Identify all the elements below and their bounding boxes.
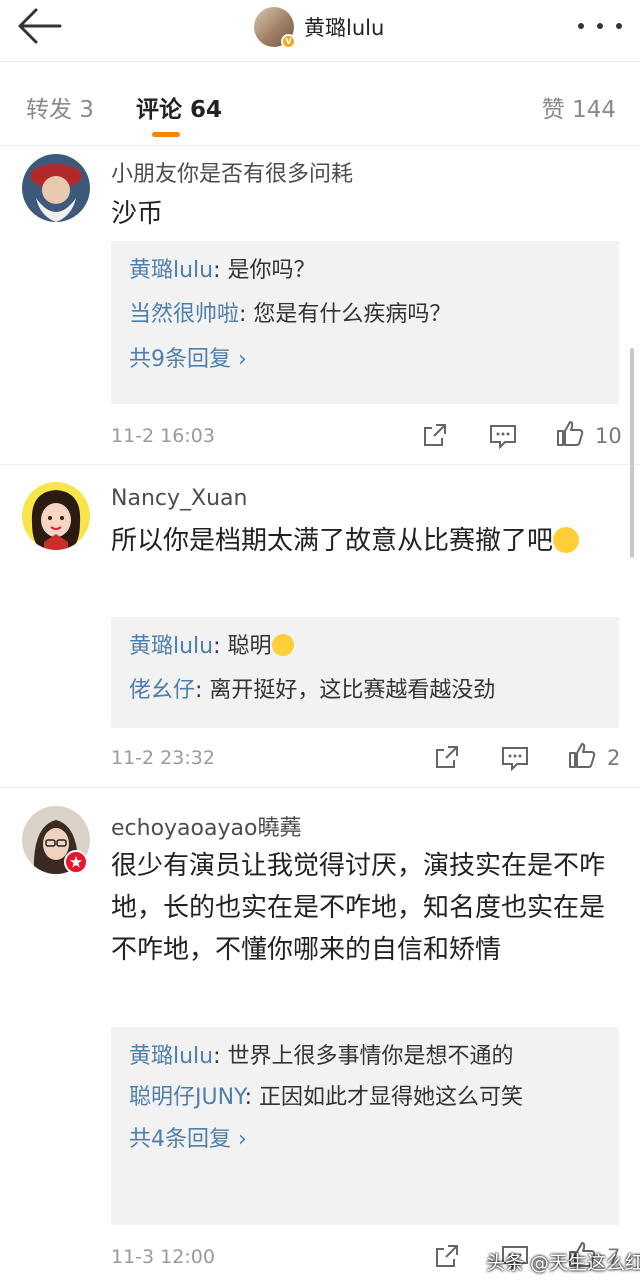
- commenter-avatar[interactable]: [22, 482, 90, 550]
- header-title-group[interactable]: V 黄璐lulu: [254, 6, 385, 49]
- tab-bar: 转发 3 评论 64 赞 144: [0, 62, 640, 146]
- reply-text: : 离开挺好，这比赛越看越没劲: [195, 678, 496, 703]
- comment-icon[interactable]: [501, 745, 529, 775]
- like-icon[interactable]: [556, 419, 584, 451]
- reply-item: 佬幺仔: 离开挺好，这比赛越看越没劲: [129, 669, 601, 713]
- reply-author[interactable]: 佬幺仔: [129, 678, 195, 703]
- replies-box[interactable]: 黄璐lulu: 世界上很多事情你是想不通的 聪明仔JUNY: 正因如此才显得她这…: [111, 1027, 619, 1225]
- like-count: 2: [607, 746, 621, 770]
- commenter-name[interactable]: Nancy_Xuan: [111, 486, 247, 511]
- tab-likes[interactable]: 赞 144: [542, 90, 616, 124]
- comment-item: 小朋友你是否有很多问耗 沙币 黄璐lulu: 是你吗？ 当然很帅啦: 您是有什么…: [0, 146, 640, 465]
- reply-item: 当然很帅啦: 您是有什么疾病吗？: [129, 293, 601, 337]
- reply-text: : 聪明: [213, 634, 272, 659]
- share-icon[interactable]: [422, 422, 448, 452]
- verified-badge-icon: V: [281, 34, 296, 49]
- comment-icon[interactable]: [489, 423, 517, 453]
- reply-author[interactable]: 聪明仔JUNY: [129, 1085, 245, 1110]
- laughing-emoji-icon: [553, 527, 580, 553]
- reply-author[interactable]: 当然很帅啦: [129, 302, 239, 327]
- share-icon[interactable]: [434, 1243, 460, 1273]
- commenter-avatar[interactable]: [22, 154, 90, 222]
- scrollbar[interactable]: [630, 348, 634, 558]
- active-tab-indicator: [152, 132, 180, 137]
- top-bar: V 黄璐lulu: [0, 0, 640, 62]
- crying-laughing-emoji-icon: [271, 634, 294, 656]
- reply-text: : 是你吗？: [213, 258, 316, 283]
- comment-text: 沙币: [111, 199, 164, 229]
- commenter-name[interactable]: 小朋友你是否有很多问耗: [111, 156, 353, 188]
- comment-item: Nancy_Xuan 所以你是档期太满了故意从比赛撤了吧 黄璐lulu: 聪明 …: [0, 466, 640, 788]
- like-icon[interactable]: [568, 741, 596, 773]
- comment-text: 所以你是档期太满了故意从比赛撤了吧: [111, 520, 611, 562]
- comment-time: 11-2 23:32: [111, 747, 215, 769]
- tab-repost[interactable]: 转发 3: [26, 90, 94, 124]
- author-avatar[interactable]: V: [254, 7, 296, 49]
- replies-box[interactable]: 黄璐lulu: 是你吗？ 当然很帅啦: 您是有什么疾病吗？ 共9条回复 ›: [111, 241, 619, 404]
- comment-text: 很少有演员让我觉得讨厌，演技实在是不咋地，长的也实在是不咋地，知名度也实在是不咋…: [111, 851, 606, 965]
- reply-item: 黄璐lulu: 是你吗？: [129, 249, 601, 293]
- view-more-replies-link[interactable]: 共4条回复 ›: [129, 1117, 601, 1163]
- reply-author[interactable]: 黄璐lulu: [129, 258, 213, 283]
- reply-item: 黄璐lulu: 世界上很多事情你是想不通的: [129, 1035, 601, 1079]
- reply-text: : 正因如此才显得她这么可笑: [244, 1085, 523, 1110]
- reply-text: : 世界上很多事情你是想不通的: [213, 1044, 514, 1069]
- comment-time: 11-2 16:03: [111, 425, 215, 447]
- comment-item: echoyaoayao曉蕘 很少有演员让我觉得讨厌，演技实在是不咋地，长的也实在…: [0, 789, 640, 1288]
- replies-box[interactable]: 黄璐lulu: 聪明 佬幺仔: 离开挺好，这比赛越看越没劲: [111, 617, 619, 728]
- share-icon[interactable]: [434, 744, 460, 774]
- reply-item: 黄璐lulu: 聪明: [129, 625, 601, 669]
- watermark-text: 头条 @天生这么红: [486, 1252, 640, 1274]
- verified-star-badge-icon: [64, 850, 88, 874]
- tab-comments[interactable]: 评论 64: [136, 90, 222, 124]
- reply-item: 聪明仔JUNY: 正因如此才显得她这么可笑: [129, 1079, 601, 1117]
- reply-author[interactable]: 黄璐lulu: [129, 634, 213, 659]
- page-title: 黄璐lulu: [304, 16, 385, 40]
- reply-text: : 您是有什么疾病吗？: [239, 302, 452, 327]
- comment-time: 11-3 12:00: [111, 1246, 215, 1268]
- view-more-replies-link[interactable]: 共9条回复 ›: [129, 337, 601, 383]
- more-options-icon[interactable]: [578, 18, 622, 34]
- commenter-name[interactable]: echoyaoayao曉蕘: [111, 810, 301, 842]
- reply-author[interactable]: 黄璐lulu: [129, 1044, 213, 1069]
- back-arrow-icon[interactable]: [14, 6, 64, 46]
- like-count: 10: [595, 424, 622, 448]
